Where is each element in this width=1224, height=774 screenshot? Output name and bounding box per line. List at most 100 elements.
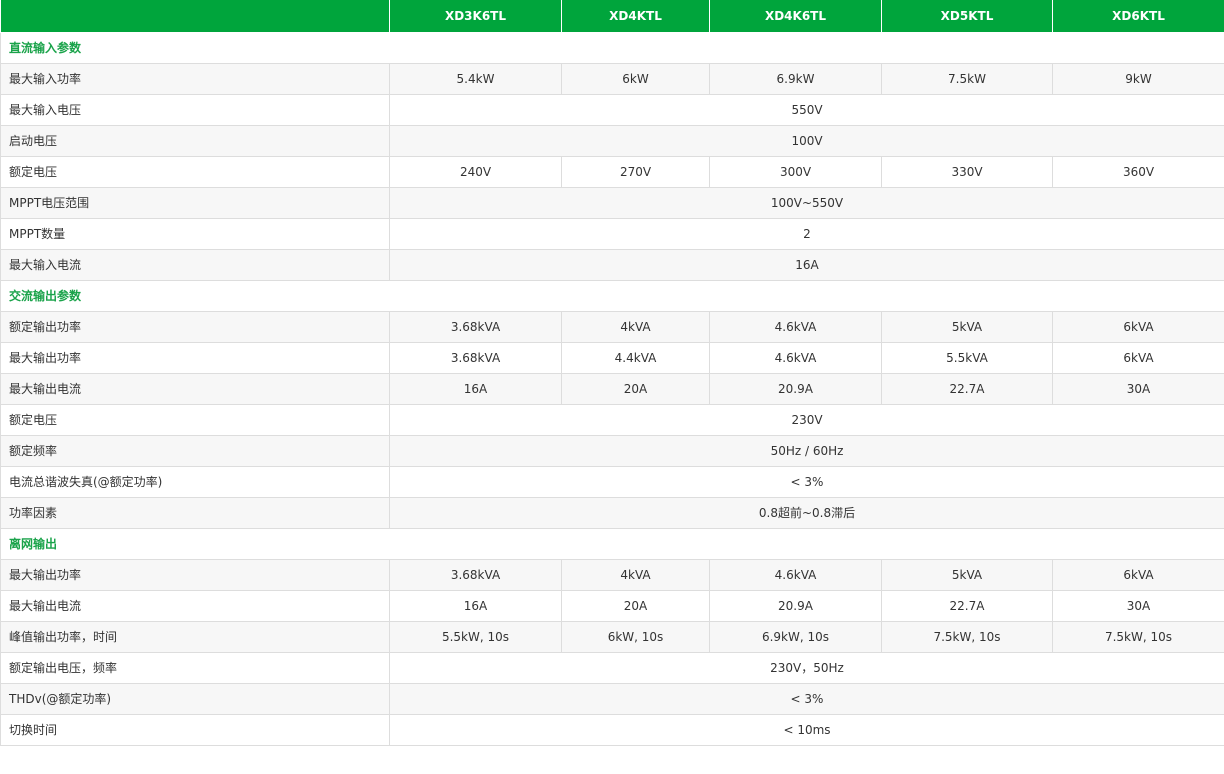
row-label: 最大输出功率	[0, 558, 390, 591]
header-row: XD3K6TL XD4KTL XD4K6TL XD5KTL XD6KTL	[0, 0, 1224, 33]
section-header-row: 交流输出参数	[0, 279, 1224, 312]
value-cell: 6.9kW, 10s	[709, 620, 882, 653]
model-header: XD5KTL	[881, 0, 1053, 33]
value-cell: 4.6kVA	[709, 310, 882, 343]
value-cell: 6kW	[561, 62, 710, 95]
row-label: THDv(@额定功率)	[0, 682, 390, 715]
row-label: 额定输出功率	[0, 310, 390, 343]
merged-value-cell: 550V	[389, 93, 1224, 126]
value-cell: 240V	[389, 155, 562, 188]
table-row: 最大输入电流 16A	[0, 248, 1224, 281]
table-row: 额定电压 230V	[0, 403, 1224, 436]
value-cell: 5kVA	[881, 310, 1053, 343]
merged-value-cell: 230V	[389, 403, 1224, 436]
value-cell: 20A	[561, 589, 710, 622]
row-label: 额定电压	[0, 155, 390, 188]
merged-value-cell: 100V~550V	[389, 186, 1224, 219]
table-row: 切换时间 < 10ms	[0, 713, 1224, 746]
row-label: MPPT数量	[0, 217, 390, 250]
row-label: 额定输出电压，频率	[0, 651, 390, 684]
row-label: MPPT电压范围	[0, 186, 390, 219]
value-cell: 330V	[881, 155, 1053, 188]
section-title: 直流输入参数	[0, 31, 1224, 64]
merged-value-cell: < 3%	[389, 682, 1224, 715]
table-row: 最大输出功率 3.68kVA 4.4kVA 4.6kVA 5.5kVA 6kVA	[0, 341, 1224, 374]
row-label: 最大输出功率	[0, 341, 390, 374]
table-row: 最大输入功率 5.4kW 6kW 6.9kW 7.5kW 9kW	[0, 62, 1224, 95]
row-label: 最大输出电流	[0, 372, 390, 405]
table-row: 功率因素 0.8超前~0.8滞后	[0, 496, 1224, 529]
value-cell: 5kVA	[881, 558, 1053, 591]
value-cell: 5.5kW, 10s	[389, 620, 562, 653]
table-row: MPPT数量 2	[0, 217, 1224, 250]
table-row: MPPT电压范围 100V~550V	[0, 186, 1224, 219]
row-label: 功率因素	[0, 496, 390, 529]
table-row: 额定输出电压，频率 230V，50Hz	[0, 651, 1224, 684]
header-corner	[0, 0, 390, 33]
value-cell: 300V	[709, 155, 882, 188]
merged-value-cell: 16A	[389, 248, 1224, 281]
section-title: 交流输出参数	[0, 279, 1224, 312]
value-cell: 6kW, 10s	[561, 620, 710, 653]
model-header: XD4K6TL	[709, 0, 882, 33]
row-label: 启动电压	[0, 124, 390, 157]
value-cell: 30A	[1052, 372, 1224, 405]
table-row: 启动电压 100V	[0, 124, 1224, 157]
value-cell: 7.5kW, 10s	[881, 620, 1053, 653]
value-cell: 4.6kVA	[709, 558, 882, 591]
value-cell: 4kVA	[561, 558, 710, 591]
row-label: 额定电压	[0, 403, 390, 436]
table-row: THDv(@额定功率) < 3%	[0, 682, 1224, 715]
merged-value-cell: < 3%	[389, 465, 1224, 498]
section-header-row: 离网输出	[0, 527, 1224, 560]
table-row: 峰值输出功率，时间 5.5kW, 10s 6kW, 10s 6.9kW, 10s 7.5…	[0, 620, 1224, 653]
value-cell: 20A	[561, 372, 710, 405]
row-label: 峰值输出功率，时间	[0, 620, 390, 653]
value-cell: 6kVA	[1052, 341, 1224, 374]
table-row: 额定输出功率 3.68kVA 4kVA 4.6kVA 5kVA 6kVA	[0, 310, 1224, 343]
table-row: 最大输入电压 550V	[0, 93, 1224, 126]
merged-value-cell: 230V，50Hz	[389, 651, 1224, 684]
row-label: 最大输入电压	[0, 93, 390, 126]
merged-value-cell: 2	[389, 217, 1224, 250]
row-label: 最大输出电流	[0, 589, 390, 622]
value-cell: 22.7A	[881, 372, 1053, 405]
value-cell: 4.4kVA	[561, 341, 710, 374]
value-cell: 16A	[389, 589, 562, 622]
value-cell: 7.5kW	[881, 62, 1053, 95]
section-header-row: 直流输入参数	[0, 31, 1224, 64]
value-cell: 9kW	[1052, 62, 1224, 95]
value-cell: 5.4kW	[389, 62, 562, 95]
value-cell: 3.68kVA	[389, 558, 562, 591]
table-row: 额定频率 50Hz / 60Hz	[0, 434, 1224, 467]
value-cell: 4.6kVA	[709, 341, 882, 374]
value-cell: 6kVA	[1052, 310, 1224, 343]
value-cell: 5.5kVA	[881, 341, 1053, 374]
model-header: XD3K6TL	[389, 0, 562, 33]
row-label: 最大输入电流	[0, 248, 390, 281]
merged-value-cell: 100V	[389, 124, 1224, 157]
table-row: 最大输出电流 16A 20A 20.9A 22.7A 30A	[0, 372, 1224, 405]
value-cell: 3.68kVA	[389, 341, 562, 374]
merged-value-cell: < 10ms	[389, 713, 1224, 746]
row-label: 电流总谐波失真(@额定功率)	[0, 465, 390, 498]
table-row: 最大输出电流 16A 20A 20.9A 22.7A 30A	[0, 589, 1224, 622]
value-cell: 7.5kW, 10s	[1052, 620, 1224, 653]
section-title: 离网输出	[0, 527, 1224, 560]
value-cell: 20.9A	[709, 372, 882, 405]
value-cell: 16A	[389, 372, 562, 405]
row-label: 最大输入功率	[0, 62, 390, 95]
value-cell: 270V	[561, 155, 710, 188]
merged-value-cell: 0.8超前~0.8滞后	[389, 496, 1224, 529]
table-row: 电流总谐波失真(@额定功率) < 3%	[0, 465, 1224, 498]
value-cell: 6.9kW	[709, 62, 882, 95]
value-cell: 30A	[1052, 589, 1224, 622]
value-cell: 360V	[1052, 155, 1224, 188]
model-header: XD4KTL	[561, 0, 710, 33]
value-cell: 22.7A	[881, 589, 1053, 622]
value-cell: 4kVA	[561, 310, 710, 343]
model-header: XD6KTL	[1052, 0, 1224, 33]
value-cell: 20.9A	[709, 589, 882, 622]
spec-table-body: 直流输入参数 最大输入功率 5.4kW 6kW 6.9kW 7.5kW 9kW 最大输入电压 5…	[0, 31, 1224, 746]
table-row: 最大输出功率 3.68kVA 4kVA 4.6kVA 5kVA 6kVA	[0, 558, 1224, 591]
